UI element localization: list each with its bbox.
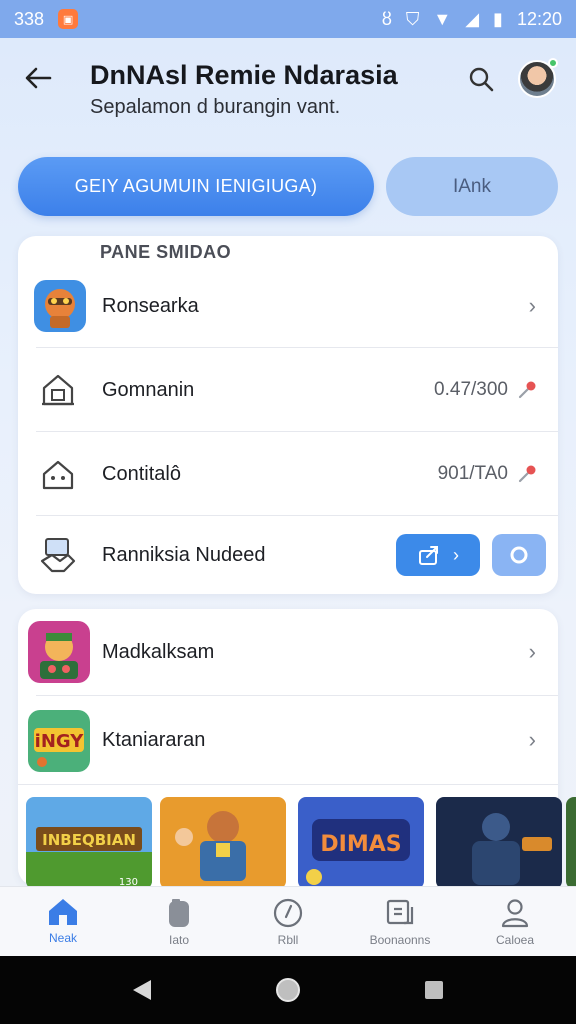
status-time: 12:20: [516, 8, 562, 29]
page-subtitle: Sepalamon d burangin vant.: [90, 96, 341, 118]
primary-action-button[interactable]: GEIY AGUMUIN IENIGIUGA): [18, 157, 374, 216]
page-title: DnNAsl Remie Ndarasia: [90, 60, 398, 90]
game-thumbnail[interactable]: [566, 797, 576, 887]
nav-back-button[interactable]: [128, 976, 156, 1004]
list-item-label: Ktaniararan: [102, 728, 206, 751]
settings-card: PANE SMIDAO Ronsearka › Gomnanin 0.47/30…: [18, 236, 558, 594]
game-app-icon: [34, 280, 86, 332]
tab-explore[interactable]: Rbll: [243, 897, 333, 947]
list-item-value: 901/TA0: [437, 463, 508, 484]
search-button[interactable]: [464, 62, 498, 96]
list-item-label: Ronsearka: [102, 294, 199, 317]
share-icon: [419, 546, 438, 565]
divider: [18, 784, 558, 785]
tab-label: Boonaonns: [369, 933, 431, 947]
device-icon: [169, 899, 189, 927]
status-bar: 338 ▣ ȣ ⛉ ▼ ◢ ▮ 12:20: [0, 0, 576, 38]
person-icon: [501, 899, 529, 928]
vibrate-icon: ȣ: [381, 9, 392, 29]
list-item[interactable]: Ronsearka ›: [18, 266, 558, 346]
game-thumbnail[interactable]: INBEQBIAN 130: [26, 797, 152, 887]
signal-icon: ◢: [465, 9, 480, 29]
home-outline-icon: [42, 460, 74, 490]
online-status-dot: [548, 58, 558, 68]
tab-label: Rbll: [277, 933, 299, 947]
game-app-icon: [28, 621, 90, 683]
game-thumbnails: INBEQBIAN 130 DIMAS: [18, 797, 576, 887]
handshake-icon: [40, 538, 76, 573]
target-icon: [510, 546, 528, 564]
list-item[interactable]: iNGY Ktaniararan ›: [18, 696, 558, 784]
wifi-icon: ▼: [433, 9, 452, 29]
pin-icon: [518, 381, 536, 399]
section-title: PANE SMIDAO: [100, 242, 232, 262]
tab-label: Iato: [168, 933, 189, 947]
game-thumbnail[interactable]: [436, 797, 562, 887]
game-thumbnail[interactable]: DIMAS: [298, 797, 424, 887]
list-item[interactable]: Gomnanin 0.47/300: [18, 348, 558, 432]
system-nav-bar: [0, 956, 576, 1024]
list-item[interactable]: Ranniksia Nudeed ›: [18, 516, 558, 594]
list-item-label: Madkalksam: [102, 640, 215, 663]
search-icon: [469, 67, 494, 92]
triangle-back-icon: [133, 980, 151, 1000]
circle-home-icon: [276, 978, 300, 1002]
thumbnail-title: INBEQBIAN: [42, 831, 136, 849]
list-item-value: 0.47/300: [434, 379, 508, 400]
square-recents-icon: [425, 981, 443, 999]
book-icon: [386, 899, 414, 925]
tab-label: Caloea: [495, 933, 535, 947]
list-item-label: Gomnanin: [102, 378, 195, 401]
svg-text:iNGY: iNGY: [35, 731, 85, 752]
list-item[interactable]: Contitalô 901/TA0: [18, 432, 558, 516]
target-button[interactable]: [492, 534, 546, 576]
list-item-label: Contitalô: [102, 462, 181, 485]
nav-home-button[interactable]: [274, 976, 302, 1004]
tab-device[interactable]: Iato: [134, 897, 224, 947]
tab-profile[interactable]: Caloea: [470, 897, 560, 947]
header: DnNAsl Remie Ndarasia Sepalamon d burang…: [0, 38, 576, 138]
pin-icon: [518, 465, 536, 483]
status-left-text: 338: [14, 8, 45, 29]
chevron-right-icon: ›: [528, 293, 536, 318]
secondary-action-button[interactable]: IAnk: [386, 157, 558, 216]
bottom-tab-bar: Neak Iato Rbll Boonaonns Caloea: [0, 886, 576, 956]
list-item-label: Ranniksia Nudeed: [102, 543, 266, 566]
chevron-right-icon: ›: [453, 544, 459, 565]
arrow-left-icon: [25, 67, 52, 89]
house-icon: [42, 374, 74, 406]
back-button[interactable]: [22, 62, 54, 94]
game-thumbnail[interactable]: [160, 797, 286, 887]
game-app-icon: iNGY: [28, 710, 90, 772]
tab-library[interactable]: Boonaonns: [355, 897, 445, 947]
thumbnail-title: DIMAS: [320, 832, 401, 857]
shield-icon: ⛉: [405, 9, 420, 29]
battery-icon: ▮: [493, 9, 503, 29]
compass-icon: [273, 898, 303, 928]
share-button[interactable]: ›: [396, 534, 480, 576]
chevron-right-icon: ›: [528, 639, 536, 664]
notification-app-icon: ▣: [58, 9, 79, 29]
home-icon: [49, 899, 77, 925]
list-item[interactable]: Madkalksam ›: [18, 609, 558, 695]
tab-home[interactable]: Neak: [18, 897, 108, 945]
tab-label: Neak: [48, 931, 77, 945]
chevron-right-icon: ›: [528, 727, 536, 752]
nav-recents-button[interactable]: [420, 976, 448, 1004]
